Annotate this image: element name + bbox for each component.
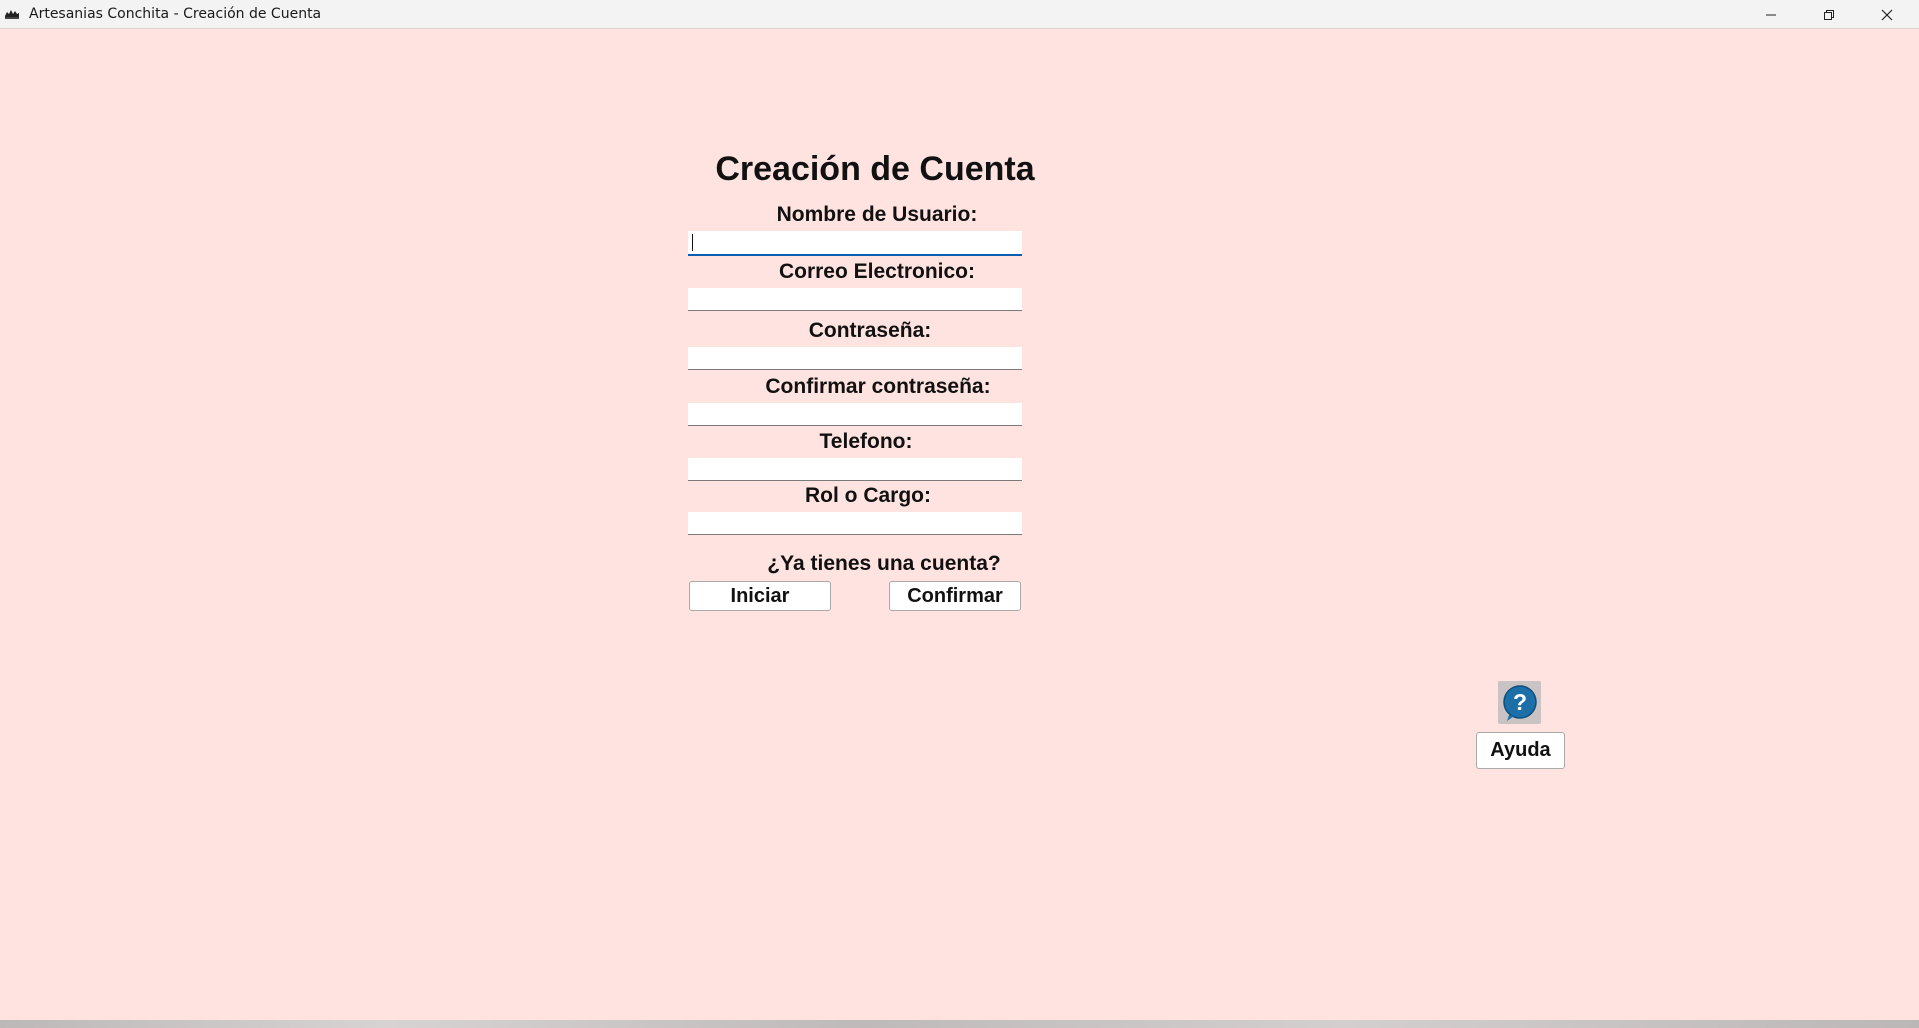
- confirm-password-label: Confirmar contraseña:: [765, 375, 991, 398]
- password-label: Contraseña:: [808, 319, 932, 342]
- close-button[interactable]: [1858, 0, 1916, 29]
- minimize-icon: [1766, 14, 1776, 15]
- have-account-question: ¿Ya tienes una cuenta?: [767, 552, 1001, 575]
- app-logo-icon: [5, 10, 19, 19]
- minimize-button[interactable]: [1742, 0, 1800, 29]
- help-icon-button[interactable]: ?: [1498, 681, 1541, 724]
- title-bar: Artesanias Conchita - Creación de Cuenta: [0, 0, 1919, 29]
- restore-icon: [1824, 9, 1834, 20]
- email-label: Correo Electronico:: [778, 260, 976, 283]
- bottom-edge: [0, 1020, 1919, 1028]
- role-input[interactable]: [688, 512, 1022, 535]
- phone-input[interactable]: [688, 458, 1022, 481]
- help-button[interactable]: Ayuda: [1476, 732, 1565, 769]
- close-icon: [1881, 9, 1893, 20]
- text-caret: [692, 234, 693, 251]
- page-title: Creación de Cuenta: [715, 150, 1035, 188]
- password-input[interactable]: [688, 347, 1022, 370]
- confirm-button[interactable]: Confirmar: [889, 581, 1021, 611]
- help-question-icon: ?: [1502, 684, 1537, 721]
- email-input[interactable]: [688, 288, 1022, 311]
- restore-button[interactable]: [1800, 0, 1858, 29]
- phone-label: Telefono:: [819, 430, 913, 453]
- confirm-password-input[interactable]: [688, 403, 1022, 426]
- login-button[interactable]: Iniciar: [689, 581, 831, 611]
- role-label: Rol o Cargo:: [805, 484, 931, 507]
- svg-text:?: ?: [1512, 689, 1526, 715]
- username-input[interactable]: [688, 231, 1022, 256]
- window-title: Artesanias Conchita - Creación de Cuenta: [29, 6, 322, 22]
- username-label: Nombre de Usuario:: [776, 203, 978, 226]
